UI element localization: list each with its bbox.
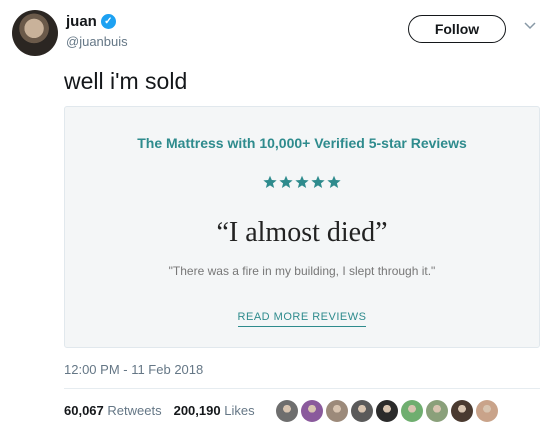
star-icon (327, 175, 341, 189)
retweets-label: Retweets (107, 403, 162, 418)
read-more-link: READ MORE REVIEWS (237, 311, 367, 327)
tweet-text: well i'm sold (64, 68, 188, 94)
verified-badge-icon: ✓ (100, 14, 116, 29)
card-subquote: "There was a fire in my building, I slep… (168, 264, 436, 278)
star-icon (311, 175, 325, 189)
likes-label: Likes (224, 403, 255, 418)
chevron-down-icon[interactable] (522, 18, 538, 34)
liker-avatar[interactable] (426, 400, 448, 422)
star-icon (263, 175, 277, 189)
liker-avatar[interactable] (351, 400, 373, 422)
retweets-stat[interactable]: 60,067 Retweets (64, 403, 162, 418)
retweets-count: 60,067 (64, 403, 104, 418)
star-rating (65, 175, 539, 189)
liker-avatar[interactable] (301, 400, 323, 422)
tweet-image-card[interactable]: The Mattress with 10,000+ Verified 5-sta… (64, 106, 540, 348)
star-icon (279, 175, 293, 189)
avatar[interactable] (12, 10, 58, 56)
likes-stat[interactable]: 200,190 Likes (174, 403, 255, 418)
liker-avatar[interactable] (376, 400, 398, 422)
liker-avatar[interactable] (276, 400, 298, 422)
liker-avatar[interactable] (476, 400, 498, 422)
liker-avatar[interactable] (326, 400, 348, 422)
card-headline: The Mattress with 10,000+ Verified 5-sta… (137, 135, 467, 151)
divider (64, 388, 540, 389)
card-quote: “I almost died” (216, 217, 388, 248)
follow-button[interactable]: Follow (408, 15, 506, 43)
star-icon (295, 175, 309, 189)
user-handle[interactable]: @juanbuis (66, 34, 128, 49)
read-more-link-wrap: READ MORE REVIEWS (65, 307, 539, 327)
user-name[interactable]: juan (66, 13, 97, 30)
tweet-timestamp[interactable]: 12:00 PM - 11 Feb 2018 (64, 362, 203, 377)
liker-avatar[interactable] (401, 400, 423, 422)
user-name-row[interactable]: juan ✓ (66, 13, 116, 30)
liker-avatar[interactable] (451, 400, 473, 422)
liker-avatars (276, 400, 498, 422)
tweet-stats: 60,067 Retweets 200,190 Likes (64, 403, 255, 418)
likes-count: 200,190 (173, 403, 221, 418)
